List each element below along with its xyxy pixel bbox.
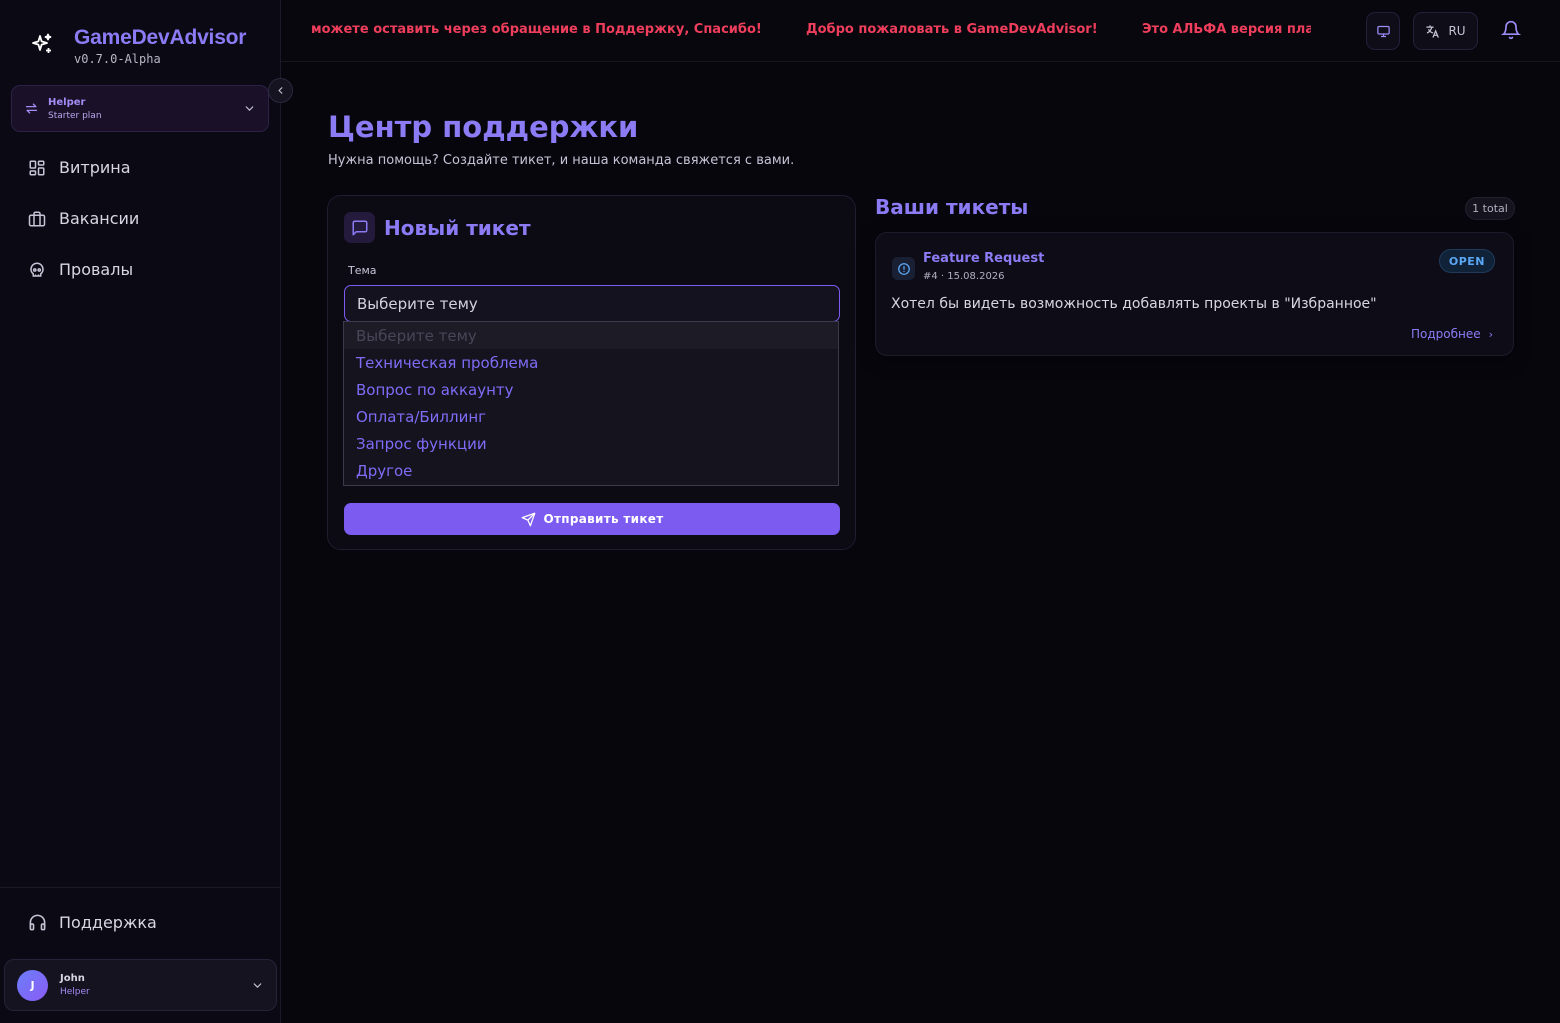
dropdown-option-feature[interactable]: Запрос функции: [344, 430, 838, 457]
status-badge: OPEN: [1438, 249, 1495, 273]
sidebar-item-label: Поддержка: [59, 913, 157, 932]
submit-ticket-button[interactable]: Отправить тикет: [344, 503, 840, 535]
notifications-button[interactable]: [1500, 20, 1522, 44]
divider: [0, 887, 280, 888]
dropdown-option-placeholder: Выберите тему: [344, 322, 838, 349]
submit-ticket-label: Отправить тикет: [543, 512, 664, 526]
avatar: J: [17, 969, 48, 1001]
ticket-title: Feature Request: [923, 251, 1045, 266]
ticker-message: можете оставить через обращение в Поддер…: [311, 22, 762, 37]
tickets-title: Ваши тикеты: [875, 195, 1029, 219]
user-role: Helper: [60, 987, 90, 997]
sidebar: GameDevAdvisor v0.7.0-Alpha Helper Start…: [0, 0, 281, 1023]
topic-select[interactable]: Выберите тему: [344, 285, 840, 322]
translate-icon: [1426, 24, 1440, 38]
sidebar-item-failures[interactable]: Провалы: [0, 244, 280, 295]
sidebar-item-showcase[interactable]: Витрина: [0, 142, 280, 193]
ticket-details-link[interactable]: Подробнее ›: [1411, 327, 1493, 341]
ticket-details-label: Подробнее: [1410, 327, 1481, 341]
ticket-meta: #4 · 15.08.2026: [923, 271, 1005, 282]
sidebar-item-label: Провалы: [59, 260, 134, 279]
sidebar-item-vacancies[interactable]: Вакансии: [0, 193, 280, 244]
chevron-down-icon: [245, 106, 254, 111]
sidebar-item-support[interactable]: Поддержка: [28, 913, 157, 932]
app-version: v0.7.0-Alpha: [74, 52, 161, 66]
skull-icon: [30, 261, 44, 277]
language-label: RU: [1448, 24, 1466, 38]
sidebar-item-label: Вакансии: [59, 209, 140, 228]
switch-arrows-icon: [25, 103, 38, 114]
ticker-message: Это АЛЬФА версия плат: [1142, 22, 1311, 37]
message-icon-wrap: [344, 212, 375, 243]
new-ticket-title: Новый тикет: [384, 215, 531, 240]
sidebar-item-label: Витрина: [59, 158, 131, 177]
dropdown-option-other[interactable]: Другое: [344, 457, 838, 484]
ticket-description: Хотел бы видеть возможность добавлять пр…: [891, 296, 1377, 312]
top-bar: можете оставить через обращение в Поддер…: [281, 0, 1560, 62]
headphones-icon: [29, 914, 46, 931]
collapse-sidebar-button[interactable]: [268, 78, 293, 103]
tickets-total-badge: 1 total: [1465, 197, 1515, 220]
user-name: John: [60, 973, 85, 984]
sparkles-icon: [32, 33, 52, 53]
dropdown-option-billing[interactable]: Оплата/Биллинг: [344, 403, 838, 430]
message-square-icon: [352, 220, 367, 235]
app-name: GameDevAdvisor: [74, 26, 247, 49]
topic-label: Тема: [348, 264, 377, 277]
workspace-name: Helper: [48, 96, 86, 108]
dropdown-option-account[interactable]: Вопрос по аккаунту: [344, 376, 838, 403]
info-icon-wrap: [892, 257, 915, 280]
dropdown-option-technical[interactable]: Техническая проблема: [344, 349, 838, 376]
workspace-plan: Starter plan: [48, 110, 102, 121]
send-icon: [521, 512, 535, 526]
announcement-ticker: можете оставить через обращение в Поддер…: [311, 0, 1311, 62]
page-subtitle: Нужна помощь? Создайте тикет, и наша ком…: [328, 153, 795, 168]
chevron-left-icon: [278, 87, 283, 94]
display-mode-button[interactable]: [1366, 12, 1400, 50]
info-circle-icon: [897, 262, 910, 275]
bell-icon: [1500, 20, 1522, 40]
page-title: Центр поддержки: [328, 110, 639, 144]
brand[interactable]: GameDevAdvisor v0.7.0-Alpha: [30, 26, 246, 66]
chevron-down-icon: [253, 983, 262, 988]
user-menu[interactable]: J John Helper: [4, 959, 277, 1011]
grid-icon: [29, 160, 45, 175]
language-switcher[interactable]: RU: [1413, 12, 1478, 50]
topic-dropdown: Выберите тему Техническая проблема Вопро…: [343, 321, 839, 486]
ticket-card[interactable]: Feature Request #4 · 15.08.2026 OPEN Хот…: [875, 232, 1514, 356]
chevron-right-icon: ›: [1488, 327, 1493, 341]
monitor-icon: [1376, 25, 1390, 37]
workspace-switcher[interactable]: Helper Starter plan: [11, 85, 269, 132]
ticker-message: Добро пожаловать в GameDevAdvisor!: [806, 22, 1098, 37]
sidebar-nav: Витрина Вакансии Провалы: [0, 142, 280, 295]
briefcase-icon: [28, 211, 46, 226]
